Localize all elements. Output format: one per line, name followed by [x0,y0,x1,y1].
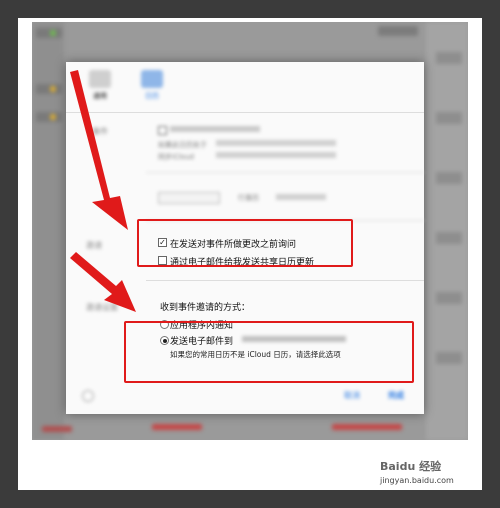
baidu-logo-text: Baidu 经验 [380,460,442,473]
arrow-to-email-option [70,252,136,312]
watermark-url: jingyan.baidu.com [380,476,454,485]
annotation-arrows [70,70,136,312]
arrow-to-ask-before-send [70,70,128,230]
